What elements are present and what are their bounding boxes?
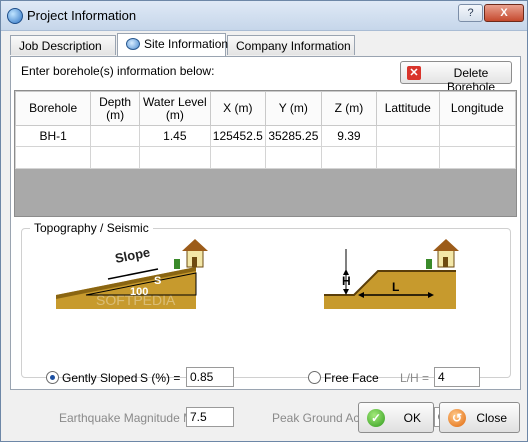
table-row[interactable]: BH-1 1.45 125452.5 35285.25 9.39: [15, 125, 516, 147]
globe-icon: [126, 38, 140, 50]
column-header-depth[interactable]: Depth (m): [90, 91, 140, 126]
topography-seismic-group: Topography / Seismic Slope S 100 SOFTPED…: [21, 221, 511, 427]
borehole-grid: Borehole Depth (m) Water Level (m) X (m) Y…: [14, 90, 517, 217]
lh-input[interactable]: [434, 367, 480, 387]
borehole-instructions: Enter borehole(s) information below:: [21, 64, 215, 78]
column-header-y[interactable]: Y (m): [264, 91, 322, 126]
lh-label: L/H =: [400, 371, 430, 385]
free-face-diagram: H L: [306, 237, 478, 309]
tab-company-information[interactable]: Company Information: [227, 35, 355, 55]
close-button[interactable]: ↺ Close: [439, 402, 520, 433]
free-face-radio[interactable]: [308, 371, 321, 384]
free-face-label[interactable]: Free Face: [324, 371, 379, 385]
tab-job-description[interactable]: Job Description: [10, 35, 116, 55]
column-header-borehole[interactable]: Borehole: [15, 91, 92, 126]
gently-sloped-radio[interactable]: [46, 371, 59, 384]
cell-borehole[interactable]: BH-1: [15, 125, 92, 147]
close-label: Close: [476, 411, 507, 425]
length-l-text: L: [392, 280, 399, 294]
gently-sloped-label[interactable]: Gently Sloped: [62, 371, 137, 385]
slope-s-input[interactable]: [186, 367, 234, 387]
ok-button[interactable]: ✓ OK: [358, 402, 434, 433]
window-title: Project Information: [27, 8, 137, 23]
cell-x[interactable]: 125452.5: [209, 125, 266, 147]
column-header-z[interactable]: Z (m): [320, 91, 377, 126]
cell-water-level[interactable]: 1.45: [138, 125, 211, 147]
borehole-table: Borehole Depth (m) Water Level (m) X (m) Y…: [15, 91, 516, 169]
cell-latitude[interactable]: [375, 125, 440, 147]
cell-z[interactable]: 9.39: [320, 125, 377, 147]
tab-label: Company Information: [236, 39, 351, 53]
column-header-longitude[interactable]: Longitude: [438, 91, 516, 126]
cell-y[interactable]: 35285.25: [264, 125, 322, 147]
delete-icon: ✕: [407, 66, 421, 80]
tab-site-information[interactable]: Site Information: [117, 33, 229, 56]
window-close-button[interactable]: X: [484, 4, 524, 22]
checkmark-icon: ✓: [367, 409, 385, 427]
column-header-x[interactable]: X (m): [209, 91, 266, 126]
project-information-window: Project Information ? X Job Description …: [0, 0, 528, 442]
tab-label: Site Information: [144, 37, 229, 51]
cell-depth[interactable]: [90, 125, 140, 147]
cell-longitude[interactable]: [438, 125, 516, 147]
magnitude-input[interactable]: [186, 407, 234, 427]
site-information-panel: Enter borehole(s) information below: ✕ D…: [10, 56, 521, 427]
help-button[interactable]: ?: [458, 4, 483, 22]
tab-label: Job Description: [19, 39, 102, 53]
magnitude-label: Earthquake Magnitude M:: [59, 411, 197, 425]
group-legend: Topography / Seismic: [30, 221, 153, 235]
ok-label: OK: [403, 411, 421, 425]
undo-arrow-icon: ↺: [448, 409, 466, 427]
softpedia-watermark: SOFTPEDIA: [96, 292, 176, 308]
column-header-water-level[interactable]: Water Level (m): [138, 91, 211, 126]
delete-borehole-button[interactable]: ✕ Delete Borehole: [400, 61, 512, 94]
gentle-slope-diagram: Slope S 100 SOFTPEDIA: [46, 237, 226, 309]
height-h-text: H: [342, 274, 351, 288]
title-bar: Project Information ? X: [1, 1, 527, 31]
globe-app-icon: [7, 8, 23, 24]
slope-s-text: S: [154, 275, 161, 287]
s-percent-label: S (%) =: [140, 371, 181, 385]
table-row-empty[interactable]: [15, 146, 516, 169]
column-header-latitude[interactable]: Lattitude: [375, 91, 440, 126]
